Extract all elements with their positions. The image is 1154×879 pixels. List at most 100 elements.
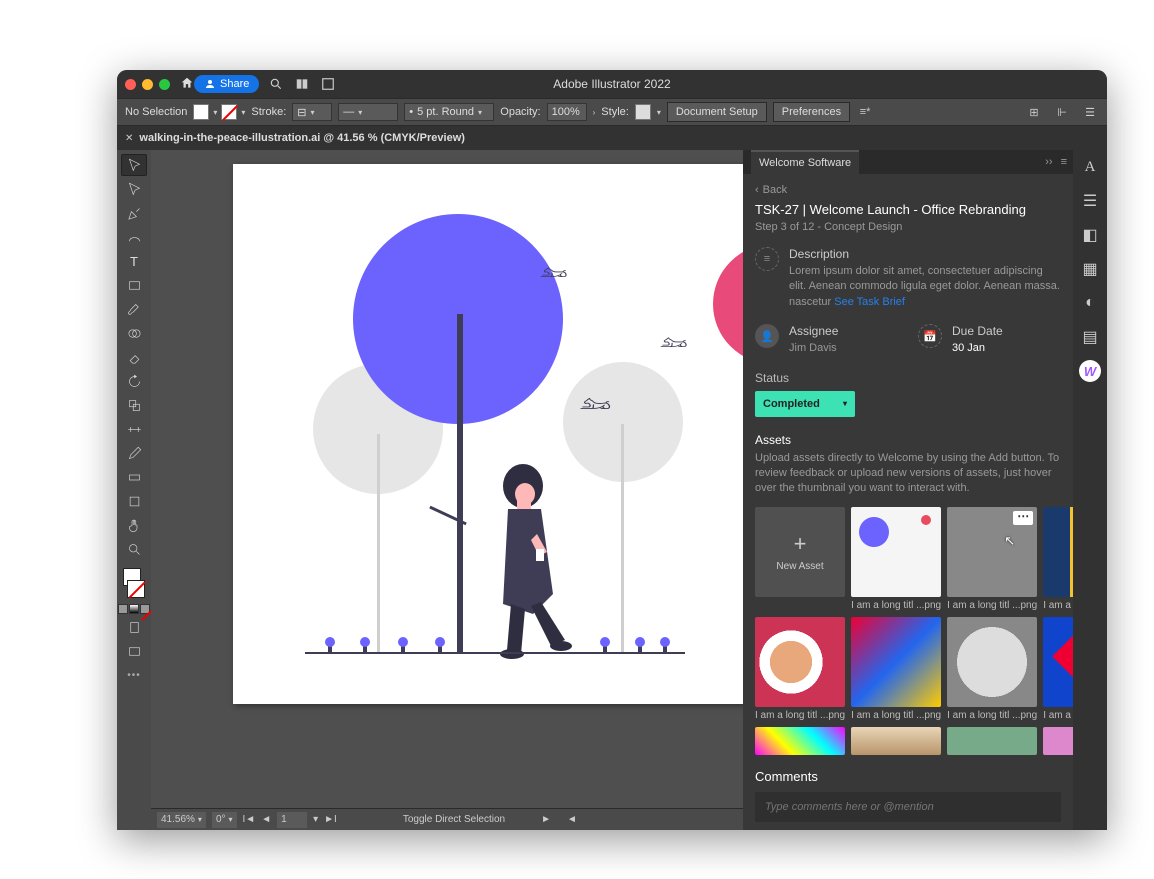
eraser-tool[interactable] [121,346,147,368]
plus-icon: + [794,531,807,557]
opacity-label: Opacity: [500,106,540,118]
share-label: Share [220,78,249,90]
illustration-shape [638,642,642,654]
scroll-left-icon[interactable]: ◄ [567,814,577,825]
minimize-window[interactable] [142,79,153,90]
document-tab[interactable]: ✕ walking-in-the-peace-illustration.ai @… [117,126,1107,150]
fill-swatch[interactable] [193,104,209,120]
maximize-window[interactable] [159,79,170,90]
app-window: Adobe Illustrator 2022 Share No Selectio… [117,70,1107,830]
swatches-panel-icon[interactable]: ▤ [1079,326,1101,348]
new-asset-button[interactable]: +New Asset [755,507,845,611]
canvas-area[interactable]: 𐦐 𐦐 𐦐 [151,150,743,830]
properties-panel-icon[interactable]: A [1079,156,1101,178]
selection-tool[interactable] [121,154,147,176]
pen-tool[interactable] [121,202,147,224]
menu-icon[interactable]: ☰ [1081,103,1099,121]
close-window[interactable] [125,79,136,90]
type-tool[interactable]: T [121,250,147,272]
paintbrush-tool[interactable] [121,298,147,320]
panel-tab-welcome[interactable]: Welcome Software [751,150,859,174]
snap-icon[interactable]: ⊞ [1025,103,1043,121]
welcome-plugin-icon[interactable]: W [1079,360,1101,382]
main-area: T ••• [117,150,1107,830]
asset-item[interactable]: I am a long titl ...png [851,507,941,611]
stroke-weight-dropdown[interactable]: ⊟▾ [292,103,332,121]
control-bar: No Selection ▾ ▾ Stroke: ⊟▾ —▾ • 5 pt. R… [117,98,1107,126]
comment-input[interactable] [755,792,1061,822]
assets-heading: Assets [755,433,1061,447]
zoom-dropdown[interactable]: 41.56%▾ [157,812,206,828]
asset-item[interactable] [1043,727,1073,755]
workspace-icon[interactable] [293,75,311,93]
shape-builder-tool[interactable] [121,322,147,344]
status-dropdown[interactable]: Completed ▾ [755,391,855,417]
welcome-panel: Welcome Software ›› ≡ ‹ Back TSK-27 | We… [743,150,1073,830]
status-hint: Toggle Direct Selection [403,814,505,825]
stroke-color-icon[interactable] [127,580,145,598]
libraries-panel-icon[interactable]: ☰ [1079,190,1101,212]
rectangle-tool[interactable] [121,274,147,296]
search-icon[interactable] [267,75,285,93]
rotate-tool[interactable] [121,370,147,392]
artboard-number[interactable]: 1 [277,812,307,828]
back-button[interactable]: ‹ Back [755,184,1061,196]
asset-item[interactable] [851,727,941,755]
screen-mode-icon[interactable] [121,640,147,662]
asset-item[interactable]: I am a long titl ...png [1043,617,1073,721]
gradient-tool[interactable] [121,466,147,488]
arrange-icon[interactable] [319,75,337,93]
graphic-style-swatch[interactable] [635,104,651,120]
artboard-nav-prev-icon[interactable]: ◄ [261,814,271,825]
assets-description: Upload assets directly to Welcome by usi… [755,451,1061,497]
asset-item[interactable]: I am a long titl ...png [1043,507,1073,611]
hand-tool[interactable] [121,514,147,536]
see-task-brief-link[interactable]: See Task Brief [834,296,905,308]
edit-toolbar-icon[interactable]: ••• [127,670,141,681]
color-mode-control[interactable] [118,604,150,614]
nav-next-icon[interactable]: ► [541,814,551,825]
appearance-panel-icon[interactable]: ▦ [1079,258,1101,280]
color-panel-icon[interactable]: ◐ [1079,292,1101,314]
preferences-button[interactable]: Preferences [773,102,850,122]
width-tool[interactable] [121,418,147,440]
artboard-nav-next-icon[interactable]: ▾ [313,814,318,825]
fill-stroke-control[interactable] [121,568,147,598]
stroke-swatch[interactable] [221,104,237,120]
artboard-tool[interactable] [121,490,147,512]
isolate-icon[interactable]: ⊩ [1053,103,1071,121]
asset-filename: I am a long titl ...png [851,710,941,721]
style-label: Style: [601,106,629,118]
asset-filename: I am a long titl ...png [755,710,845,721]
align-icon[interactable]: ≡* [856,103,874,121]
zoom-tool[interactable] [121,538,147,560]
asset-item[interactable]: I am a long titl ...png [755,617,845,721]
bird-icon: 𐦐 [579,394,611,416]
home-icon[interactable] [180,76,194,93]
asset-item[interactable] [755,727,845,755]
document-setup-button[interactable]: Document Setup [667,102,767,122]
task-step: Step 3 of 12 - Concept Design [755,221,1061,233]
artboard[interactable]: 𐦐 𐦐 𐦐 [233,164,743,704]
asset-item[interactable]: I am a long titl ...png [851,617,941,721]
artboard-nav-last-icon[interactable]: ►I [324,814,337,825]
scale-tool[interactable] [121,394,147,416]
collapse-panel-icon[interactable]: ›› [1045,156,1052,168]
opacity-field[interactable]: 100% [547,103,587,121]
rotate-dropdown[interactable]: 0°▾ [212,812,237,828]
asset-item[interactable] [947,727,1037,755]
layers-panel-icon[interactable]: ◧ [1079,224,1101,246]
panel-menu-icon[interactable]: ≡ [1061,156,1067,168]
artboard-nav-first-icon[interactable]: I◄ [243,814,256,825]
asset-item[interactable]: ↖I am a long titl ...png [947,507,1037,611]
status-value: Completed [763,398,820,410]
direct-selection-tool[interactable] [121,178,147,200]
share-button[interactable]: Share [194,75,259,93]
opacity-more-icon[interactable]: › [593,108,596,117]
eyedropper-tool[interactable] [121,442,147,464]
asset-item[interactable]: I am a long titl ...png [947,617,1037,721]
brush-dropdown[interactable]: • 5 pt. Round▾ [404,103,494,121]
close-tab-icon[interactable]: ✕ [125,133,133,144]
curvature-tool[interactable] [121,226,147,248]
stroke-profile-dropdown[interactable]: —▾ [338,103,398,121]
